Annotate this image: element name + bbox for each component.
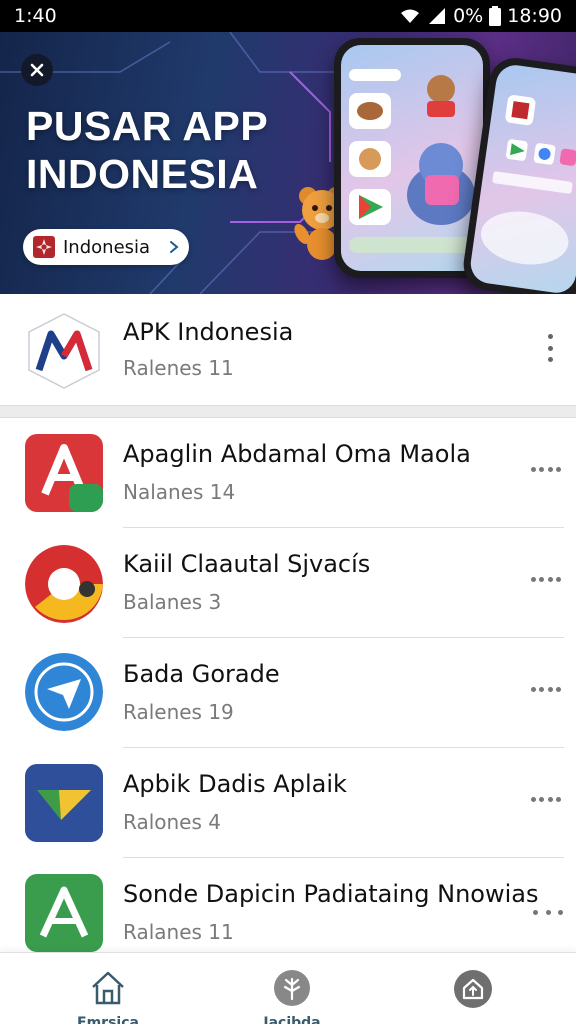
status-time-right: 18:90: [507, 5, 562, 27]
app-subtitle: Ralones 4: [123, 810, 221, 834]
app-title: Apaglin Abdamal Oma Maola: [123, 440, 471, 468]
nav-item-home[interactable]: Fmrsica: [48, 953, 168, 1024]
app-subtitle: Ralenes 19: [123, 700, 234, 724]
more-options-button[interactable]: [533, 908, 563, 916]
app-title: Apbik Dadis Aplaik: [123, 770, 347, 798]
status-icons: 0% 18:90: [399, 5, 562, 27]
nav-label-tree: Jacibda: [263, 1015, 321, 1024]
featured-app-subtitle: Ralenes 11: [123, 356, 234, 380]
banner-title-line2: INDONESIA: [26, 151, 259, 197]
list-item[interactable]: Apbik Dadis Aplaik Ralones 4: [0, 748, 576, 858]
nav-item-tree[interactable]: Jacibda: [232, 953, 352, 1024]
red-a-app-icon: [25, 434, 103, 512]
close-banner-button[interactable]: [21, 54, 53, 86]
wifi-icon: [401, 9, 420, 23]
indonesia-flag-icon: [33, 236, 55, 258]
banner-title: PUSAR APP INDONESIA: [26, 102, 326, 198]
home-icon: [92, 971, 124, 1005]
more-options-button[interactable]: [531, 575, 561, 583]
list-item[interactable]: Бada Gorade Ralenes 19: [0, 638, 576, 748]
app-screen: 1:40 0% 18:90 PUSAR APP INDONESIA Indone…: [0, 0, 576, 1024]
red-yellow-ring-app-icon: [25, 545, 103, 623]
app-title: Kaiil Claautal Sjvacís: [123, 550, 371, 578]
list-item[interactable]: Apaglin Abdamal Oma Maola Nalanes 14: [0, 418, 576, 528]
app-list: Apaglin Abdamal Oma Maola Nalanes 14 Kai…: [0, 418, 576, 952]
blue-plane-app-icon: [25, 653, 103, 731]
status-bar: 1:40 0% 18:90: [0, 0, 576, 32]
app-subtitle: Ralanes 11: [123, 920, 234, 944]
phone-screen-front: [341, 45, 483, 271]
green-a-app-icon: [25, 874, 103, 952]
featured-more-options-button[interactable]: [545, 334, 555, 362]
app-title: Sonde Dapicin Padiataing Nnowias: [123, 880, 539, 908]
region-label: Indonesia: [63, 236, 151, 258]
region-selector[interactable]: Indonesia: [23, 229, 189, 265]
house-upload-icon: [454, 970, 492, 1008]
more-options-button[interactable]: [531, 465, 561, 473]
chevron-right-icon: [170, 241, 179, 253]
green-arrow-app-icon: [25, 764, 103, 842]
more-options-button[interactable]: [531, 685, 561, 693]
battery-icon: [489, 6, 502, 26]
nav-item-upload[interactable]: [413, 953, 533, 1024]
app-subtitle: Nalanes 14: [123, 480, 236, 504]
app-subtitle: Balanes 3: [123, 590, 222, 614]
app-title: Бada Gorade: [123, 660, 280, 688]
phone-screen-content: [349, 69, 475, 253]
signal-icon: [429, 8, 446, 24]
list-item[interactable]: Kaiil Claautal Sjvacís Balanes 3: [0, 528, 576, 638]
bottom-navigation: Fmrsica Jacibda: [0, 952, 576, 1024]
status-time-left: 1:40: [14, 5, 57, 27]
section-separator: [0, 406, 576, 418]
nav-label-home: Fmrsica: [77, 1015, 139, 1024]
banner-title-line1: PUSAR APP: [26, 103, 269, 149]
battery-percent: 0%: [453, 5, 484, 27]
featured-app-title: APK Indonesia: [123, 318, 294, 346]
featured-app-row[interactable]: APK Indonesia Ralenes 11: [0, 294, 576, 406]
apk-indonesia-logo-icon: [25, 312, 103, 390]
tree-icon: [274, 970, 310, 1006]
promo-banner[interactable]: PUSAR APP INDONESIA Indonesia: [0, 32, 576, 294]
close-icon: [30, 63, 44, 77]
more-options-button[interactable]: [531, 795, 561, 803]
